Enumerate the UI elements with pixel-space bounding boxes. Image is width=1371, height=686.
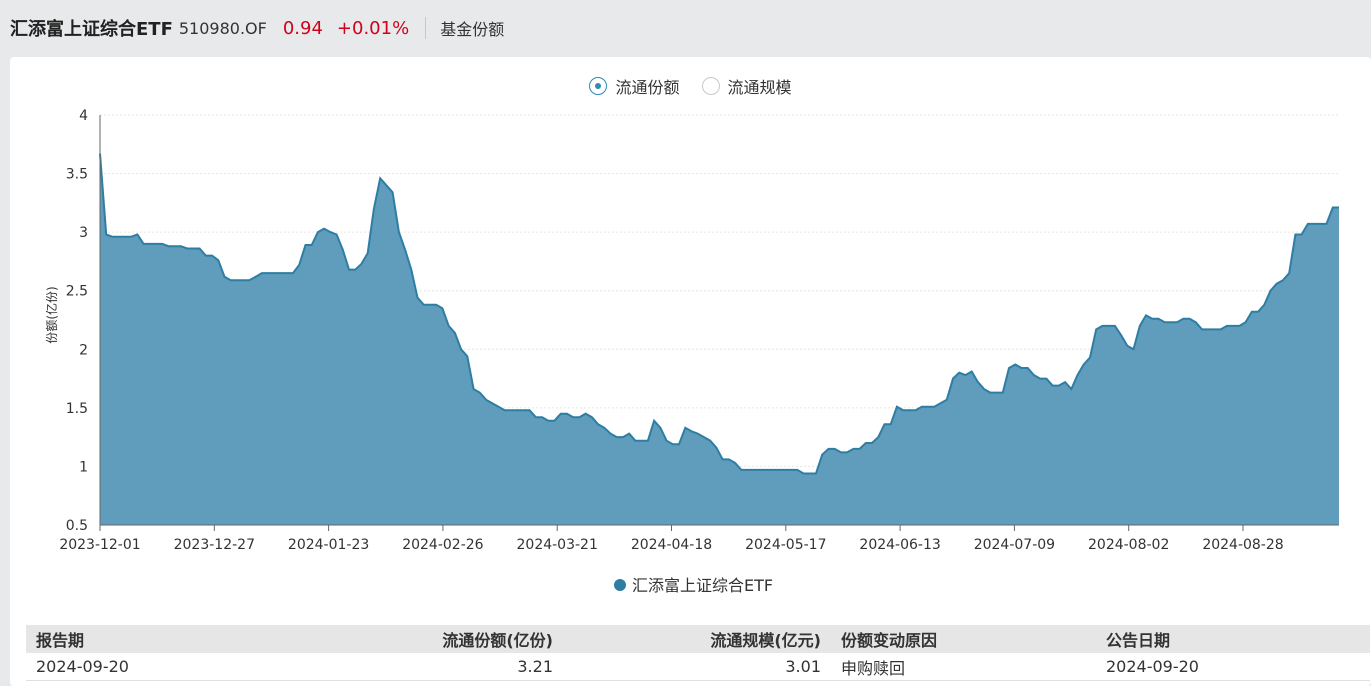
x-axis: 2023-12-01 2023-12-27 2024-01-23 2024-02-26… — [59, 524, 1339, 553]
x-tick-label: 2024-02-26 — [402, 537, 483, 553]
table-row: 2024-09-20 3.21 3.01 申购赎回 2024-09-20 — [26, 653, 1370, 681]
legend-marker-icon — [614, 579, 626, 591]
tab-fund-shares[interactable]: 基金份额 — [440, 16, 504, 40]
x-tick-label: 2023-12-27 — [174, 537, 255, 553]
col-report-period: 报告期 — [36, 631, 85, 650]
x-tick-label: 2024-08-28 — [1202, 537, 1283, 553]
header-divider — [425, 17, 427, 39]
cell-change-reason: 申购赎回 — [841, 658, 906, 678]
y-tick-label: 1.5 — [66, 401, 88, 417]
y-tick-label: 2.5 — [66, 284, 88, 300]
x-tick-label: 2024-05-17 — [745, 537, 826, 553]
table-header: 报告期 流通份额(亿份) 流通规模(亿元) 份额变动原因 公告日期 — [26, 625, 1370, 653]
cell-circulating-scale: 3.01 — [785, 657, 821, 676]
y-axis-label: 份额(亿份) — [44, 286, 59, 343]
series-area — [100, 153, 1339, 525]
fund-name: 汇添富上证综合ETF — [10, 19, 173, 40]
y-axis: 0.5 1 1.5 2 2.5 3 3.5 4 — [66, 108, 101, 534]
cell-announce-date: 2024-09-20 — [1106, 657, 1199, 676]
y-tick-label: 3 — [79, 225, 88, 241]
share-area-chart: 0.511.522.533.54 2023-12-01 2023-12-27 202… — [44, 108, 1339, 595]
chart-panel: 流通份额 流通规模 0.5 1 1.5 2 2.5 3 3.5 4 2023-12-01 202… — [10, 57, 1371, 686]
x-tick-label: 2024-08-02 — [1088, 537, 1169, 553]
fund-code: 510980.OF — [178, 18, 267, 38]
cell-report-period: 2024-09-20 — [36, 657, 129, 676]
col-announce-date: 公告日期 — [1106, 631, 1171, 650]
y-tick-label: 4 — [79, 108, 88, 124]
fund-price: 0.94 — [282, 17, 323, 39]
cell-circulating-shares: 3.21 — [517, 657, 553, 676]
col-circulating-scale: 流通规模(亿元) — [710, 631, 821, 650]
y-tick-label: 1 — [79, 459, 88, 475]
y-tick-label: 2 — [79, 342, 88, 358]
x-tick-label: 2024-03-21 — [517, 537, 598, 553]
col-circulating-shares: 流通份额(亿份) — [442, 631, 553, 650]
y-tick-label: 3.5 — [66, 167, 88, 183]
y-tick-label: 0.5 — [66, 518, 88, 534]
share-table: 报告期 流通份额(亿份) 流通规模(亿元) 份额变动原因 公告日期 2024-0… — [26, 625, 1370, 681]
x-tick-label: 2023-12-01 — [59, 537, 140, 553]
x-tick-label: 2024-04-18 — [631, 537, 712, 553]
fund-change: +0.01% — [336, 17, 410, 39]
x-tick-label: 2024-01-23 — [288, 537, 369, 553]
chart-legend[interactable]: 汇添富上证综合ETF — [614, 576, 773, 595]
fund-header: 汇添富上证综合ETF 510980.OF 0.94 +0.01% 基金份额 — [0, 0, 1371, 56]
x-tick-label: 2024-06-13 — [859, 537, 940, 553]
x-tick-label: 2024-07-09 — [974, 537, 1055, 553]
col-change-reason: 份额变动原因 — [841, 631, 938, 650]
legend-label: 汇添富上证综合ETF — [632, 576, 773, 595]
